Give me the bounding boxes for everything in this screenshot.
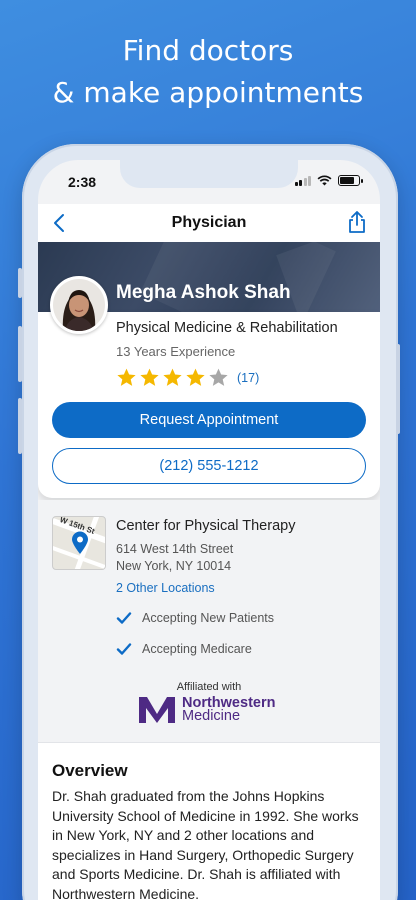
overview-title: Overview bbox=[52, 761, 128, 780]
doctor-name: Megha Ashok Shah bbox=[116, 282, 291, 303]
feature-accepting-new-patients: Accepting New Patients bbox=[116, 610, 274, 626]
checkmark-icon bbox=[116, 612, 132, 624]
phone-notch bbox=[120, 160, 298, 188]
doctor-specialty: Physical Medicine & Rehabilitation bbox=[116, 320, 338, 336]
page-title: Physician bbox=[171, 214, 247, 231]
star-filled-icon bbox=[117, 368, 136, 386]
star-filled-icon bbox=[186, 368, 205, 386]
doctor-photo bbox=[53, 279, 105, 331]
location-address-line2: New York, NY 10014 bbox=[116, 559, 232, 573]
doctor-experience: 13 Years Experience bbox=[116, 344, 236, 359]
call-phone-button[interactable]: (212) 555-1212 bbox=[52, 448, 366, 484]
location-address-line1: 614 West 14th Street bbox=[116, 542, 234, 556]
logo-text-line2: Medicine bbox=[182, 708, 241, 724]
checkmark-icon bbox=[116, 643, 132, 655]
doctor-avatar bbox=[50, 276, 108, 334]
phone-volume-up bbox=[18, 326, 22, 382]
other-locations-link[interactable]: 2 Other Locations bbox=[116, 581, 215, 595]
phone-screen: 2:38 Physician Megha Ashok Shah Physical… bbox=[38, 160, 380, 900]
affiliation-label: Affiliated with bbox=[176, 681, 242, 693]
share-icon bbox=[349, 211, 365, 233]
review-count[interactable]: (17) bbox=[237, 371, 259, 385]
headline-line-1: Find doctors bbox=[122, 34, 294, 67]
navigation-bar: Physician bbox=[38, 204, 380, 242]
feature-label: Accepting New Patients bbox=[142, 611, 275, 625]
wifi-icon bbox=[317, 175, 332, 186]
feature-label: Accepting Medicare bbox=[142, 642, 252, 656]
phone-volume-down bbox=[18, 398, 22, 454]
phone-power-button bbox=[396, 344, 400, 434]
status-icons bbox=[294, 175, 363, 186]
request-appointment-button[interactable]: Request Appointment bbox=[52, 402, 366, 438]
map-pin-icon bbox=[72, 531, 88, 554]
status-time: 2:38 bbox=[68, 174, 97, 190]
cellular-signal-icon bbox=[294, 175, 311, 186]
overview-text: Dr. Shah graduated from the Johns Hopkin… bbox=[52, 788, 359, 900]
northwestern-logo-mark bbox=[139, 697, 175, 723]
location-name: Center for Physical Therapy bbox=[116, 518, 296, 534]
star-rating[interactable]: (17) bbox=[116, 367, 259, 388]
headline-line-2: & make appointments bbox=[52, 76, 364, 109]
location-map-thumbnail[interactable]: W 15th St bbox=[52, 516, 106, 570]
northwestern-medicine-logo: Northwestern Medicine bbox=[138, 696, 275, 724]
overview-section: Overview Dr. Shah graduated from the Joh… bbox=[38, 742, 380, 900]
promo-headline: Find doctors & make appointments bbox=[0, 30, 416, 114]
star-empty-icon bbox=[209, 368, 228, 386]
share-button[interactable] bbox=[342, 206, 372, 238]
star-filled-icon bbox=[140, 368, 159, 386]
location-section: W 15th St Center for Physical Therapy 61… bbox=[38, 500, 380, 742]
star-filled-icon bbox=[163, 368, 182, 386]
feature-accepting-medicare: Accepting Medicare bbox=[116, 641, 252, 657]
battery-icon bbox=[338, 175, 363, 186]
phone-mute-switch bbox=[18, 268, 22, 298]
